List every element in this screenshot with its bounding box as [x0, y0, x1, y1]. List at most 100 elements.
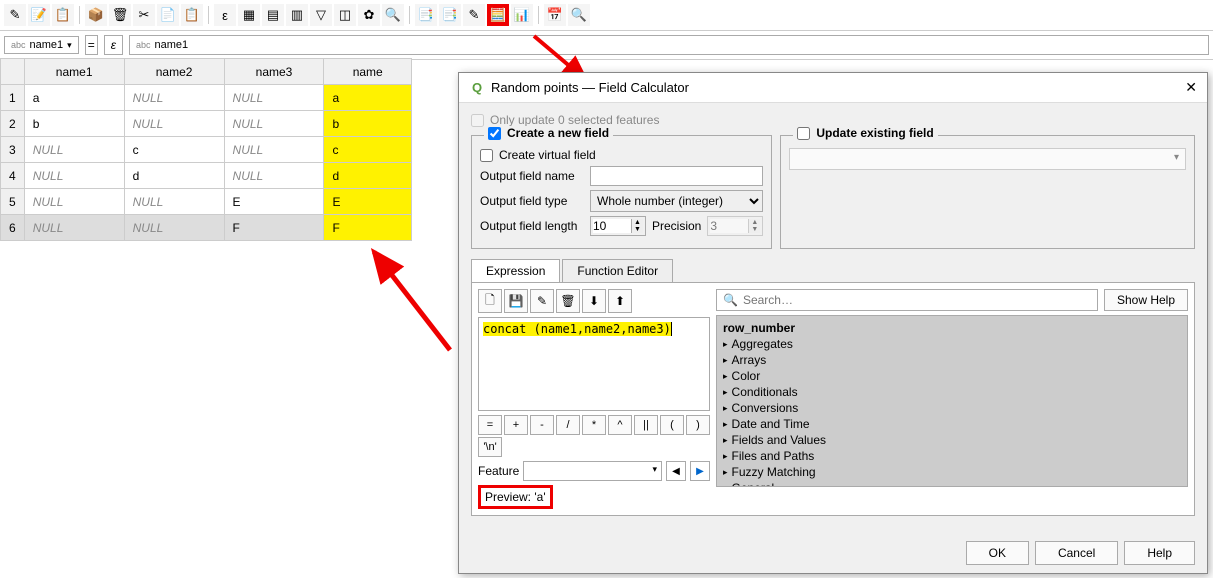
row-number[interactable]: 2 — [1, 111, 25, 137]
tool-delfield-icon[interactable]: 📑 — [439, 4, 461, 26]
tool-save-icon[interactable]: 📋 — [52, 4, 74, 26]
col-header[interactable]: name3 — [224, 59, 324, 85]
tree-item[interactable]: ▸Aggregates — [721, 336, 1183, 352]
cell[interactable]: NULL — [224, 163, 324, 189]
expr-tool-button[interactable]: ✎ — [530, 289, 554, 313]
operator-button[interactable]: ) — [686, 415, 710, 435]
tree-item[interactable]: ▸Fuzzy Matching — [721, 464, 1183, 480]
tab-expression[interactable]: Expression — [471, 259, 560, 282]
col-header[interactable]: name2 — [124, 59, 224, 85]
prev-feature-button[interactable]: ◀ — [666, 461, 686, 481]
expr-tool-button[interactable]: 🗑 — [556, 289, 580, 313]
cell[interactable]: a — [324, 85, 412, 111]
help-button[interactable]: Help — [1124, 541, 1195, 565]
operator-button[interactable]: * — [582, 415, 606, 435]
output-length-spin[interactable]: ▲▼ — [590, 216, 646, 236]
tool-paste-icon[interactable]: 📋 — [181, 4, 203, 26]
table-row[interactable]: 4NULLdNULLd — [1, 163, 412, 189]
cell[interactable]: NULL — [24, 215, 124, 241]
update-field-combo[interactable] — [789, 148, 1186, 170]
cell[interactable]: b — [324, 111, 412, 137]
tool-zoom-icon[interactable]: 🔍 — [382, 4, 404, 26]
operator-button[interactable]: = — [478, 415, 502, 435]
output-type-select[interactable]: Whole number (integer) — [590, 190, 763, 212]
operator-button[interactable]: || — [634, 415, 658, 435]
tool-selectall-icon[interactable]: ▦ — [238, 4, 260, 26]
tree-item[interactable]: ▸Date and Time — [721, 416, 1183, 432]
table-row[interactable]: 2bNULLNULLb — [1, 111, 412, 137]
operator-button[interactable]: - — [530, 415, 554, 435]
create-field-check[interactable] — [488, 127, 501, 140]
cell[interactable]: NULL — [224, 137, 324, 163]
expr-tool-button[interactable]: ⬆ — [608, 289, 632, 313]
next-feature-button[interactable]: ▶ — [690, 461, 710, 481]
tool-edit2-icon[interactable]: 📝 — [28, 4, 50, 26]
tool-delete-icon[interactable]: 🗑 — [109, 4, 131, 26]
cell[interactable]: F — [224, 215, 324, 241]
row-number[interactable]: 5 — [1, 189, 25, 215]
tool-newfield-icon[interactable]: 📑 — [415, 4, 437, 26]
expr-tool-button[interactable]: ⬇ — [582, 289, 606, 313]
expression-input[interactable]: abc name1 — [129, 35, 1209, 55]
tool-filter-icon[interactable]: ▽ — [310, 4, 332, 26]
tree-item[interactable]: ▸Arrays — [721, 352, 1183, 368]
output-name-input[interactable] — [590, 166, 763, 186]
cell[interactable]: b — [24, 111, 124, 137]
tree-item[interactable]: ▸Conversions — [721, 400, 1183, 416]
field-selector[interactable]: abc name1 ▾ — [4, 36, 79, 54]
operator-button[interactable]: + — [504, 415, 528, 435]
tree-item[interactable]: row_number — [721, 320, 1183, 336]
tool-actions-icon[interactable]: 🔍 — [568, 4, 590, 26]
tool-add-icon[interactable]: 📦 — [85, 4, 107, 26]
tab-function-editor[interactable]: Function Editor — [562, 259, 673, 282]
operator-button[interactable]: ( — [660, 415, 684, 435]
expression-code-input[interactable]: concat (name1,name2,name3) — [478, 317, 710, 411]
expr-tool-button[interactable]: 🗋 — [478, 289, 502, 313]
cell[interactable]: E — [324, 189, 412, 215]
cell[interactable]: E — [224, 189, 324, 215]
tool-copy-icon[interactable]: 📄 — [157, 4, 179, 26]
ok-button[interactable]: OK — [966, 541, 1029, 565]
virtual-field-check[interactable] — [480, 149, 493, 162]
tree-item[interactable]: ▸General — [721, 480, 1183, 487]
tool-deselect-icon[interactable]: ▥ — [286, 4, 308, 26]
cell[interactable]: NULL — [224, 111, 324, 137]
assign-button[interactable]: = — [85, 35, 98, 55]
cell[interactable]: NULL — [24, 163, 124, 189]
operator-button[interactable]: / — [556, 415, 580, 435]
tool-fieldcalc-icon[interactable]: 🧮 — [487, 4, 509, 26]
cancel-button[interactable]: Cancel — [1035, 541, 1118, 565]
row-number[interactable]: 4 — [1, 163, 25, 189]
tool-movetop-icon[interactable]: ◫ — [334, 4, 356, 26]
tree-item[interactable]: ▸Conditionals — [721, 384, 1183, 400]
close-icon[interactable]: ✕ — [1185, 79, 1197, 96]
table-row[interactable]: 3NULLcNULLc — [1, 137, 412, 163]
cell[interactable]: d — [324, 163, 412, 189]
tool-edit-icon[interactable]: ✎ — [4, 4, 26, 26]
cell[interactable]: NULL — [224, 85, 324, 111]
feature-combo[interactable] — [523, 461, 662, 481]
cell[interactable]: d — [124, 163, 224, 189]
tool-pan-icon[interactable]: ✿ — [358, 4, 380, 26]
cell[interactable]: NULL — [124, 85, 224, 111]
update-field-check[interactable] — [797, 127, 810, 140]
col-header[interactable]: name1 — [24, 59, 124, 85]
row-number[interactable]: 1 — [1, 85, 25, 111]
cell[interactable]: NULL — [124, 111, 224, 137]
tree-item[interactable]: ▸Color — [721, 368, 1183, 384]
row-number[interactable]: 3 — [1, 137, 25, 163]
tool-cut-icon[interactable]: ✂ — [133, 4, 155, 26]
epsilon-button[interactable]: ε — [104, 35, 123, 55]
tree-item[interactable]: ▸Fields and Values — [721, 432, 1183, 448]
tool-cond-icon[interactable]: 📊 — [511, 4, 533, 26]
expr-tool-button[interactable]: 💾 — [504, 289, 528, 313]
cell[interactable]: a — [24, 85, 124, 111]
operator-button[interactable]: '\n' — [478, 437, 502, 457]
tool-invert-icon[interactable]: ▤ — [262, 4, 284, 26]
cell[interactable]: NULL — [124, 189, 224, 215]
cell[interactable]: c — [124, 137, 224, 163]
col-header[interactable]: name — [324, 59, 412, 85]
tool-expr-icon[interactable]: ε — [214, 4, 236, 26]
row-number[interactable]: 6 — [1, 215, 25, 241]
cell[interactable]: c — [324, 137, 412, 163]
